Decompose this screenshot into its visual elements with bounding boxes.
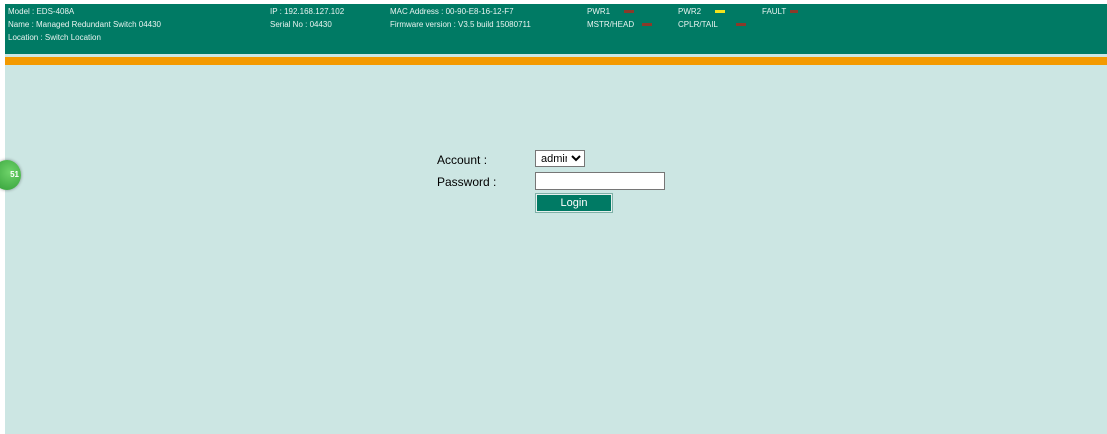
- fault-led-icon: [790, 10, 799, 14]
- serial-text: Serial No : 04430: [270, 20, 332, 29]
- mac-text: MAC Address : 00-90-E8-16-12-F7: [390, 7, 514, 16]
- login-button[interactable]: Login: [535, 193, 613, 213]
- pwr1-label: PWR1: [587, 7, 611, 16]
- fault-indicator: FAULT: [762, 6, 799, 17]
- page-background: Model : EDS-408A Name : Managed Redundan…: [0, 4, 1107, 434]
- pwr1-led-icon: [624, 10, 635, 14]
- ip-text: IP : 192.168.127.102: [270, 7, 345, 16]
- device-info-header: Model : EDS-408A Name : Managed Redundan…: [5, 4, 1107, 54]
- name-text: Name : Managed Redundant Switch 04430: [8, 20, 161, 29]
- login-form: Account : admin Password : Login: [437, 147, 737, 227]
- cplr-tail-label: CPLR/TAIL: [678, 20, 718, 29]
- model-text: Model : EDS-408A: [8, 7, 75, 16]
- pwr2-led-icon: [715, 10, 726, 14]
- mstr-head-led-icon: [642, 23, 653, 27]
- side-badge-text: 51: [10, 170, 19, 179]
- account-select[interactable]: admin: [535, 150, 585, 167]
- pwr2-label: PWR2: [678, 7, 702, 16]
- account-label: Account :: [437, 153, 488, 167]
- accent-bar: [5, 57, 1107, 65]
- password-label: Password :: [437, 175, 497, 189]
- mstr-head-label: MSTR/HEAD: [587, 20, 635, 29]
- side-badge-icon[interactable]: 51: [0, 160, 21, 190]
- password-input[interactable]: [535, 172, 665, 190]
- cplr-tail-indicator: CPLR/TAIL: [678, 19, 746, 30]
- pwr1-indicator: PWR1: [587, 6, 635, 17]
- cplr-tail-led-icon: [735, 23, 746, 27]
- firmware-text: Firmware version : V3.5 build 15080711: [390, 20, 531, 29]
- pwr2-indicator: PWR2: [678, 6, 726, 17]
- location-text: Location : Switch Location: [8, 33, 101, 42]
- fault-label: FAULT: [762, 7, 787, 16]
- mstr-head-indicator: MSTR/HEAD: [587, 19, 653, 30]
